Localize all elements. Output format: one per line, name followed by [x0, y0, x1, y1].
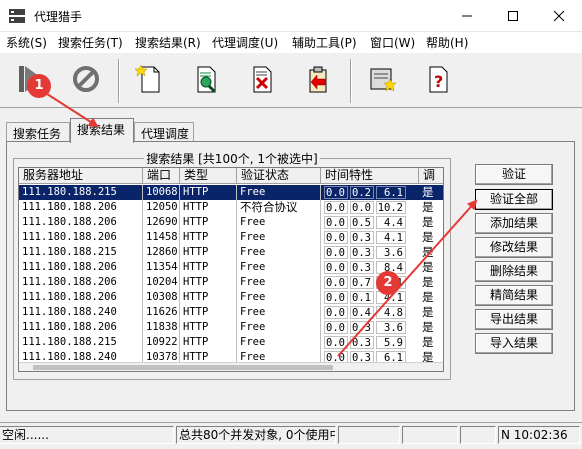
annotation-badge-1: 1	[27, 74, 51, 98]
annotation-arrows	[43, 91, 478, 357]
annotation-arrow-2	[337, 199, 478, 357]
annotation-badge-2: 2	[376, 271, 400, 295]
annotation-arrow-1	[43, 91, 99, 128]
